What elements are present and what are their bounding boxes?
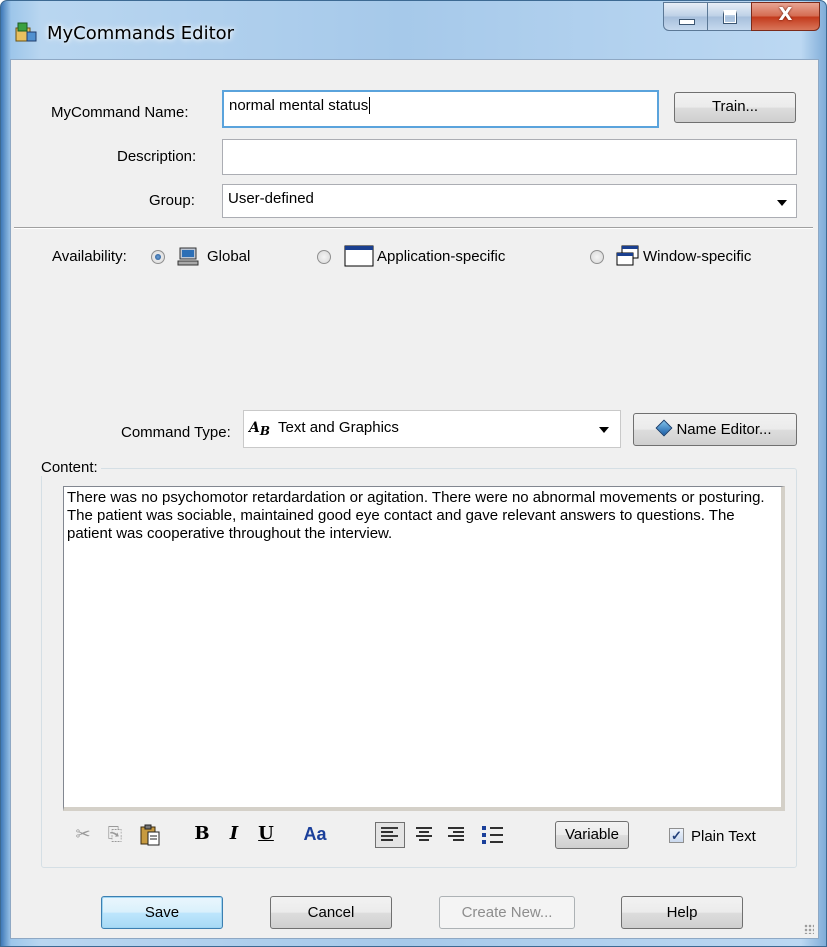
title-bar[interactable]: MyCommands Editor X <box>1 1 826 59</box>
paste-icon[interactable] <box>139 824 161 846</box>
mycommand-name-label: MyCommand Name: <box>51 104 189 121</box>
save-button[interactable]: Save <box>101 896 223 929</box>
align-center-icon[interactable] <box>411 822 437 848</box>
name-editor-button[interactable]: Name Editor... <box>633 413 797 446</box>
mycommands-editor-window: MyCommands Editor X MyCommand Name: norm… <box>0 0 827 947</box>
radio-window-specific[interactable] <box>590 250 604 264</box>
maximize-button[interactable] <box>707 2 752 31</box>
command-type-select[interactable]: AB Text and Graphics <box>243 410 621 448</box>
help-button[interactable]: Help <box>621 896 743 929</box>
underline-button[interactable]: U <box>255 820 277 848</box>
availability-label: Availability: <box>52 248 127 265</box>
computer-icon <box>177 247 199 266</box>
group-select[interactable]: User-defined <box>222 184 797 218</box>
scissors-icon[interactable]: ✂ <box>71 820 95 848</box>
command-type-label: Command Type: <box>121 424 231 441</box>
content-label: Content: <box>41 459 101 476</box>
separator <box>14 227 813 229</box>
align-left-icon[interactable] <box>375 822 405 848</box>
align-right-icon[interactable] <box>443 822 469 848</box>
cancel-button[interactable]: Cancel <box>270 896 392 929</box>
availability-global-label: Global <box>207 248 251 265</box>
copy-icon[interactable]: ⎘ <box>103 820 127 848</box>
plain-text-checkbox[interactable]: ✓ <box>669 828 684 843</box>
chevron-down-icon <box>777 200 787 206</box>
application-window-icon <box>344 245 374 267</box>
mycommands-app-icon <box>15 22 37 42</box>
radio-application-specific[interactable] <box>317 250 331 264</box>
plain-text-label: Plain Text <box>691 828 756 845</box>
window-specific-icon <box>616 245 639 266</box>
content-textarea[interactable]: There was no psychomotor retardardation … <box>63 486 785 811</box>
availability-application-label: Application-specific <box>377 248 506 265</box>
description-input[interactable] <box>222 139 797 175</box>
diamond-icon <box>655 419 673 437</box>
text-graphics-icon: AB <box>249 420 271 438</box>
bullet-list-icon[interactable] <box>479 822 507 848</box>
description-label: Description: <box>117 148 197 165</box>
resize-grip-icon[interactable] <box>804 924 814 934</box>
chevron-down-icon <box>599 427 609 433</box>
minimize-button[interactable] <box>663 2 708 31</box>
create-new-button: Create New... <box>439 896 575 929</box>
close-icon: X <box>778 4 793 25</box>
bold-button[interactable]: B <box>191 820 213 848</box>
font-button[interactable]: Aa <box>297 820 333 848</box>
mycommand-name-input[interactable]: normal mental status <box>222 90 659 128</box>
variable-button[interactable]: Variable <box>555 821 629 849</box>
dialog-body: MyCommand Name: normal mental status Tra… <box>10 59 819 939</box>
italic-button[interactable]: I <box>223 820 245 848</box>
radio-global[interactable] <box>151 250 165 264</box>
train-button[interactable]: Train... <box>674 92 796 123</box>
availability-window-label: Window-specific <box>643 248 752 265</box>
window-title: MyCommands Editor <box>47 23 235 44</box>
group-label: Group: <box>149 192 195 209</box>
close-button[interactable]: X <box>751 2 820 31</box>
